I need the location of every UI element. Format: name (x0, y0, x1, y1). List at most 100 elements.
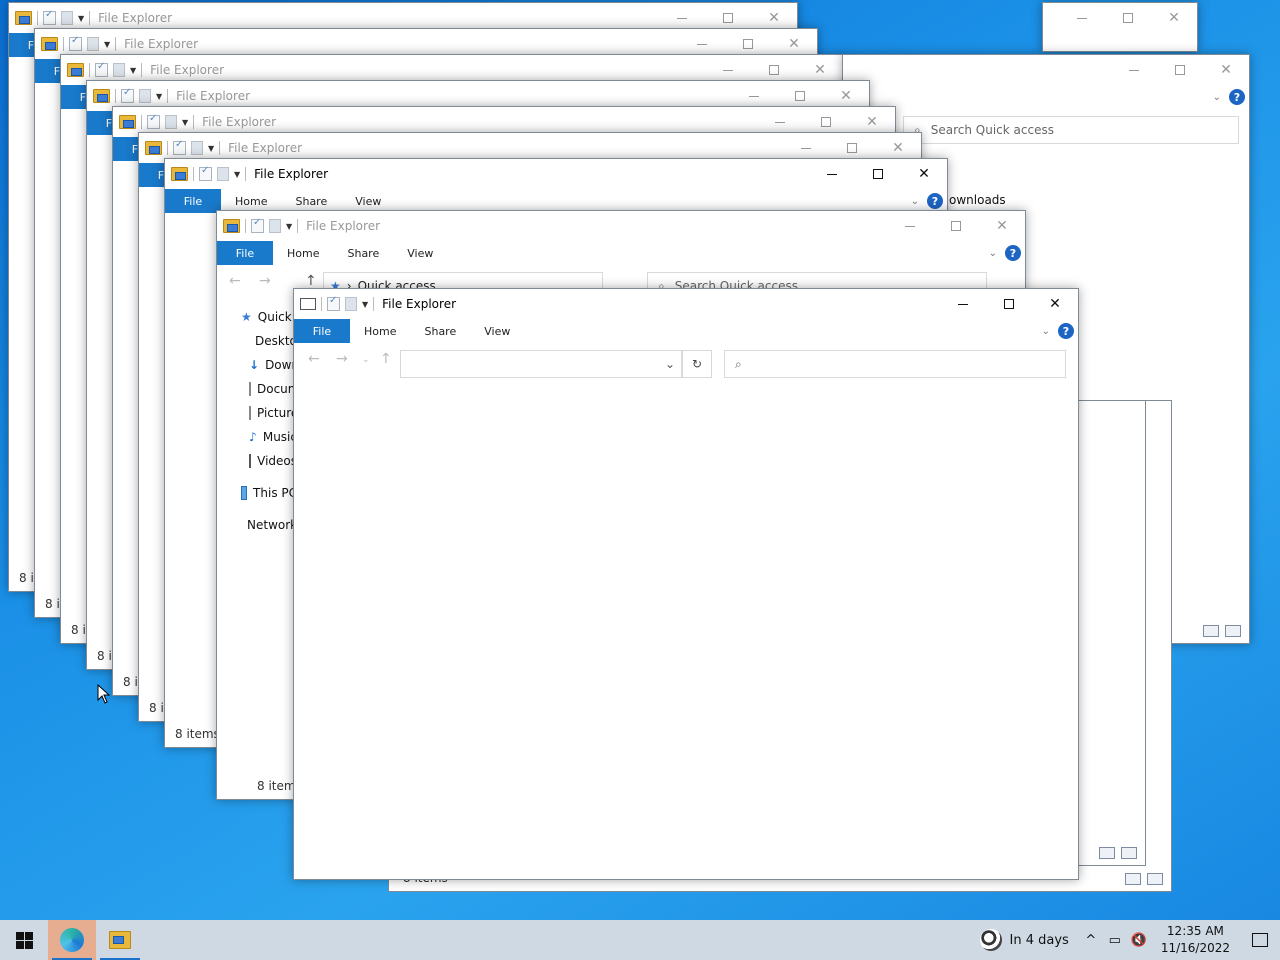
nav-music[interactable]: ♪ Music (217, 425, 297, 449)
tab-share[interactable]: Share (410, 319, 470, 343)
close-button[interactable]: ✕ (901, 159, 947, 189)
properties-icon[interactable] (199, 165, 212, 181)
customize-dropdown-icon[interactable]: ▼ (234, 170, 240, 179)
minimize-button[interactable] (1111, 55, 1157, 85)
customize-dropdown-icon[interactable]: ▼ (130, 66, 136, 75)
taskbar-file-explorer[interactable] (96, 920, 144, 960)
large-icons-view-icon[interactable] (1121, 847, 1137, 859)
nav-pictures[interactable]: Pictures (217, 401, 305, 425)
close-button[interactable]: ✕ (1203, 55, 1249, 85)
nav-documents[interactable]: Documents (217, 377, 325, 401)
recent-dropdown-icon[interactable]: ⌄ (362, 355, 370, 365)
help-icon[interactable]: ? (1005, 245, 1021, 261)
explorer-window-bg-1[interactable]: ▼ File Explorer ✕ File Home Share View ⌄… (1042, 2, 1198, 52)
new-folder-icon[interactable] (165, 115, 177, 129)
search-input[interactable]: ⌕ Search Quick access (903, 116, 1239, 144)
back-icon[interactable]: ← (229, 273, 241, 289)
expand-ribbon-icon[interactable]: ⌄ (989, 248, 997, 259)
close-button[interactable]: ✕ (979, 211, 1025, 241)
address-bar[interactable]: ⌄ (400, 350, 682, 378)
tab-view[interactable]: View (470, 319, 524, 343)
title-bar[interactable]: ▼ File Explorer ✕ (843, 55, 1249, 85)
clock[interactable]: 12:35 AM 11/16/2022 (1151, 923, 1240, 957)
title-bar[interactable]: ▼ File Explorer ✕ (165, 159, 947, 189)
network-tray-icon[interactable]: ▭ (1103, 920, 1127, 960)
maximize-button[interactable] (986, 289, 1032, 319)
new-folder-icon[interactable] (87, 37, 99, 51)
tab-file[interactable]: File (217, 241, 273, 265)
new-folder-icon[interactable] (269, 219, 281, 233)
title-bar[interactable]: ▼ File Explorer ✕ (294, 289, 1078, 319)
maximize-button[interactable] (933, 211, 979, 241)
tab-file[interactable]: File (165, 189, 221, 213)
large-icons-view-icon[interactable] (1147, 873, 1163, 885)
folder-downloads-partial[interactable]: ownloads (949, 193, 1006, 207)
nav-downloads[interactable]: ↓Downloads (217, 353, 331, 377)
new-folder-icon[interactable] (345, 297, 357, 311)
new-folder-icon[interactable] (61, 11, 73, 25)
properties-icon[interactable] (95, 61, 108, 77)
customize-dropdown-icon[interactable]: ▼ (104, 40, 110, 49)
properties-icon[interactable] (327, 295, 340, 311)
customize-dropdown-icon[interactable]: ▼ (208, 144, 214, 153)
maximize-button[interactable] (1105, 3, 1151, 33)
up-icon[interactable]: ↑ (305, 273, 317, 289)
properties-icon[interactable] (147, 113, 160, 129)
details-view-icon[interactable] (1203, 625, 1219, 637)
tab-view[interactable]: View (393, 241, 447, 265)
help-icon[interactable]: ? (1058, 323, 1074, 339)
new-folder-icon[interactable] (217, 167, 229, 181)
tab-share[interactable]: Share (333, 241, 393, 265)
taskbar-edge[interactable] (48, 920, 96, 960)
new-folder-icon[interactable] (191, 141, 203, 155)
maximize-button[interactable] (1157, 55, 1203, 85)
nav-desktop[interactable]: Desktop (217, 329, 305, 353)
expand-ribbon-icon[interactable]: ⌄ (911, 196, 919, 207)
customize-dropdown-icon[interactable]: ▼ (156, 92, 162, 101)
minimize-button[interactable] (809, 159, 855, 189)
start-button[interactable] (0, 920, 48, 960)
help-icon[interactable]: ? (1229, 89, 1245, 105)
close-button[interactable]: ✕ (1032, 289, 1078, 319)
nav-videos[interactable]: Videos (217, 449, 297, 473)
properties-icon[interactable] (69, 35, 82, 51)
show-hidden-icons-button[interactable]: ^ (1079, 920, 1103, 960)
minimize-button[interactable] (887, 211, 933, 241)
nav-network[interactable]: Network (217, 513, 297, 537)
new-folder-icon[interactable] (139, 89, 151, 103)
customize-dropdown-icon[interactable]: ▼ (362, 300, 368, 309)
close-button[interactable]: ✕ (1151, 3, 1197, 33)
properties-icon[interactable] (121, 87, 134, 103)
minimize-button[interactable] (1059, 3, 1105, 33)
up-icon[interactable]: ↑ (380, 351, 392, 367)
refresh-button[interactable]: ↻ (682, 350, 712, 378)
expand-ribbon-icon[interactable]: ⌄ (1213, 92, 1221, 103)
customize-dropdown-icon[interactable]: ▼ (78, 14, 84, 23)
explorer-window-active[interactable]: ▼ File Explorer ✕ File Home Share View ⌄… (293, 288, 1079, 880)
maximize-button[interactable] (855, 159, 901, 189)
customize-dropdown-icon[interactable]: ▼ (182, 118, 188, 127)
properties-icon[interactable] (251, 217, 264, 233)
tab-home[interactable]: Home (350, 319, 410, 343)
address-dropdown-icon[interactable]: ⌄ (665, 357, 675, 371)
properties-icon[interactable] (173, 139, 186, 155)
details-view-icon[interactable] (1125, 873, 1141, 885)
search-input[interactable]: ⌕ (724, 350, 1066, 378)
forward-icon[interactable]: → (259, 273, 271, 289)
nav-this-pc[interactable]: This PC (217, 481, 297, 505)
tab-file[interactable]: File (294, 319, 350, 343)
forward-icon[interactable]: → (336, 351, 348, 367)
title-bar[interactable]: ▼ File Explorer ✕ (1043, 3, 1197, 33)
nav-quick-access[interactable]: ★Quick access (217, 305, 336, 329)
weather-widget[interactable]: In 4 days (970, 929, 1079, 951)
large-icons-view-icon[interactable] (1225, 625, 1241, 637)
details-view-icon[interactable] (1099, 847, 1115, 859)
new-folder-icon[interactable] (113, 63, 125, 77)
customize-dropdown-icon[interactable]: ▼ (286, 222, 292, 231)
notification-center-button[interactable] (1240, 920, 1280, 960)
back-icon[interactable]: ← (308, 351, 320, 367)
tab-home[interactable]: Home (273, 241, 333, 265)
title-bar[interactable]: ▼ File Explorer ✕ (217, 211, 1025, 241)
help-icon[interactable]: ? (927, 193, 943, 209)
minimize-button[interactable] (940, 289, 986, 319)
